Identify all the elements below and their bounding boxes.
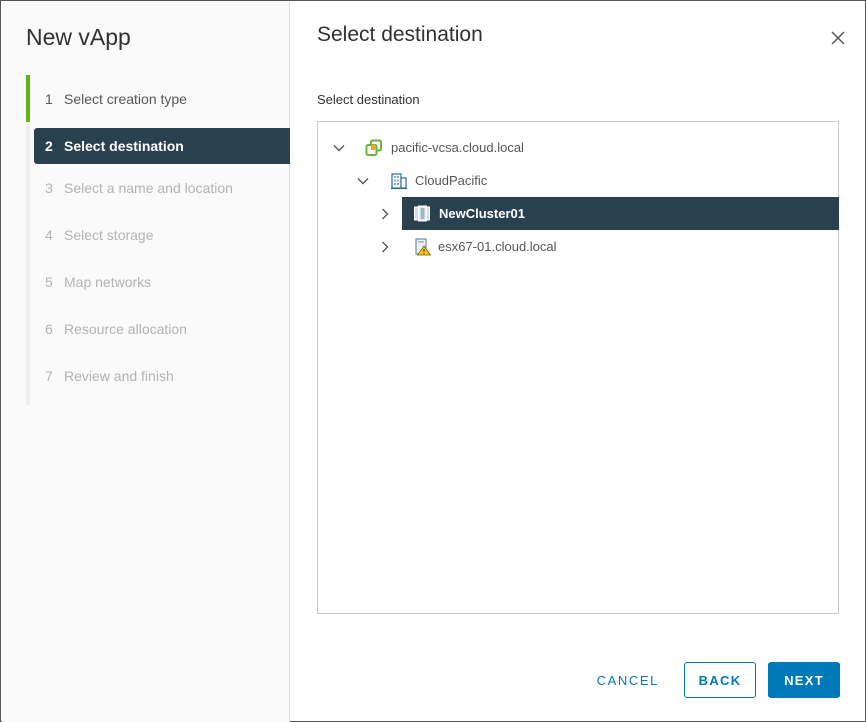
datacenter-icon bbox=[390, 172, 408, 190]
step-select-storage: 4 Select storage bbox=[26, 211, 290, 258]
cluster-icon bbox=[413, 205, 431, 223]
tree-node-label: pacific-vcsa.cloud.local bbox=[391, 140, 524, 155]
chevron-right-icon[interactable] bbox=[378, 240, 392, 254]
tree-node-label: esx67-01.cloud.local bbox=[438, 239, 557, 254]
close-icon bbox=[831, 31, 845, 45]
tree-node-vcenter[interactable]: pacific-vcsa.cloud.local bbox=[332, 131, 837, 164]
vcenter-icon bbox=[365, 139, 383, 157]
wizard-sidebar: New vApp 1 Select creation type 2 Select… bbox=[2, 2, 290, 722]
step-number: 2 bbox=[45, 138, 53, 154]
destination-tree: pacific-vcsa.cloud.local CloudPacific Ne… bbox=[317, 121, 839, 614]
step-label: Resource allocation bbox=[64, 320, 187, 337]
close-button[interactable] bbox=[827, 27, 849, 49]
step-number: 1 bbox=[45, 90, 53, 107]
step-map-networks: 5 Map networks bbox=[26, 258, 290, 305]
step-label: Select creation type bbox=[64, 90, 187, 107]
tree-node-datacenter[interactable]: CloudPacific bbox=[356, 164, 837, 197]
tree-node-label: NewCluster01 bbox=[439, 206, 525, 221]
step-number: 5 bbox=[45, 273, 53, 290]
step-number: 7 bbox=[45, 367, 53, 384]
step-select-destination[interactable]: 2 Select destination bbox=[34, 128, 290, 164]
step-select-name-and-location: 3 Select a name and location bbox=[26, 164, 290, 211]
step-label: Select storage bbox=[64, 226, 154, 243]
wizard-steps: 1 Select creation type 2 Select destinat… bbox=[26, 75, 290, 405]
back-button[interactable]: BACK bbox=[684, 662, 756, 698]
chevron-down-icon[interactable] bbox=[356, 174, 370, 188]
chevron-right-icon[interactable] bbox=[378, 207, 392, 221]
tree-node-host[interactable]: esx67-01.cloud.local bbox=[378, 230, 839, 263]
step-number: 6 bbox=[45, 320, 53, 337]
chevron-down-icon[interactable] bbox=[332, 141, 346, 155]
step-review-and-finish: 7 Review and finish bbox=[26, 352, 290, 399]
next-button[interactable]: NEXT bbox=[768, 662, 840, 698]
step-resource-allocation: 6 Resource allocation bbox=[26, 305, 290, 352]
wizard-title: New vApp bbox=[26, 24, 131, 50]
step-label: Select destination bbox=[64, 138, 184, 154]
section-label: Select destination bbox=[317, 92, 420, 107]
tree-node-cluster-selected[interactable]: NewCluster01 bbox=[402, 197, 839, 230]
step-label: Review and finish bbox=[64, 367, 174, 384]
new-vapp-dialog: New vApp 1 Select creation type 2 Select… bbox=[0, 0, 866, 722]
step-number: 4 bbox=[45, 226, 53, 243]
step-number: 3 bbox=[45, 179, 53, 196]
step-select-creation-type[interactable]: 1 Select creation type bbox=[26, 75, 290, 122]
page-title: Select destination bbox=[317, 23, 483, 46]
cancel-button[interactable]: CANCEL bbox=[584, 662, 672, 698]
host-warning-icon bbox=[414, 237, 432, 256]
tree-node-label: CloudPacific bbox=[415, 173, 488, 188]
step-label: Select a name and location bbox=[64, 179, 233, 196]
step-label: Map networks bbox=[64, 273, 152, 290]
dialog-footer: CANCEL BACK NEXT bbox=[584, 662, 840, 698]
